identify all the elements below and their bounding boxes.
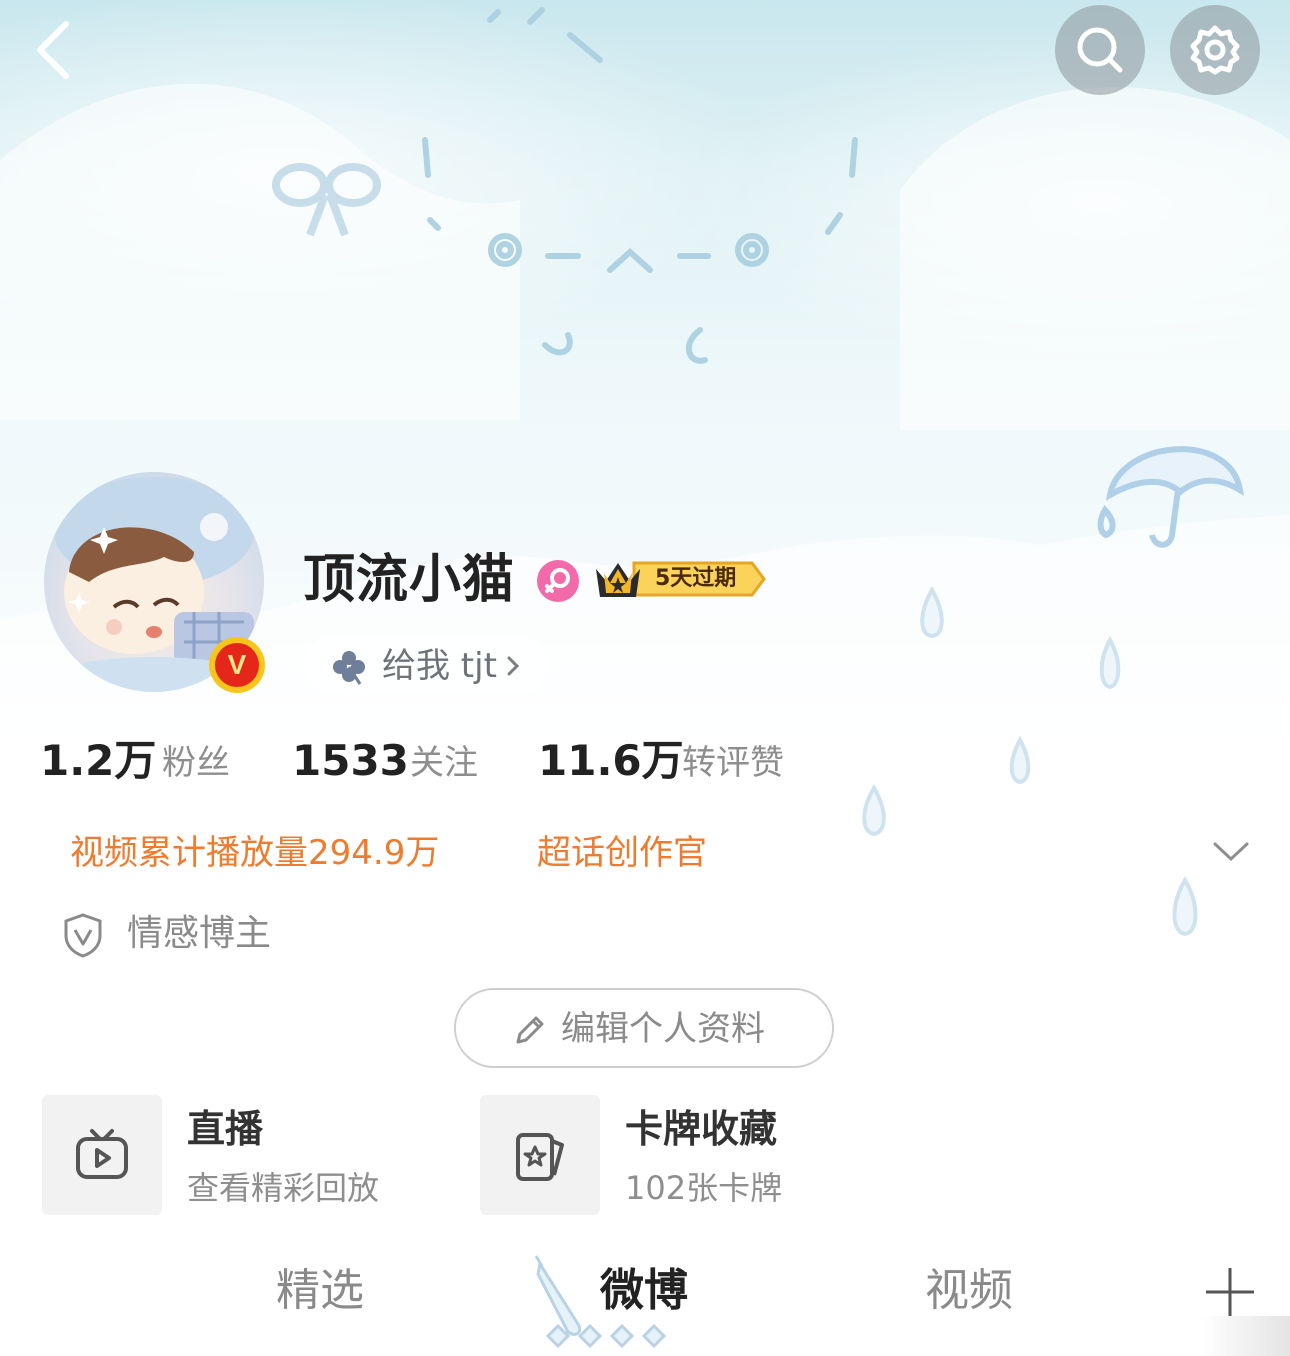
search-button[interactable] [1055, 5, 1145, 95]
followers-count[interactable]: 1.2万 [40, 734, 156, 788]
tab-video[interactable]: 视频 [925, 1262, 1013, 1320]
search-icon [1077, 27, 1123, 73]
following-count[interactable]: 1533 [292, 734, 409, 788]
tab-featured[interactable]: 精选 [276, 1262, 364, 1320]
chevron-left-icon [37, 21, 69, 79]
cards-entry-subtitle[interactable]: 102张卡牌 [625, 1166, 782, 1210]
settings-button[interactable] [1170, 5, 1260, 95]
tab-weibo[interactable]: 微博 [600, 1262, 688, 1320]
verified-badge: V [209, 637, 265, 693]
chevron-right-icon [505, 654, 521, 678]
gear-icon [1190, 25, 1240, 75]
following-label[interactable]: 关注 [410, 740, 478, 786]
scroll-fade [1200, 1316, 1290, 1356]
tab-active-indicator [544, 1322, 668, 1350]
live-entry-icon-box[interactable] [42, 1095, 162, 1215]
clover-icon [330, 648, 368, 686]
female-gender-icon [537, 560, 579, 602]
cards-entry-icon-box[interactable] [480, 1095, 600, 1215]
add-tab-button[interactable] [1204, 1266, 1256, 1318]
pencil-icon [512, 1012, 548, 1048]
live-tv-icon [76, 1129, 128, 1179]
shield-v-icon [62, 912, 104, 958]
username: 顶流小猫 [303, 550, 516, 610]
back-button[interactable] [30, 18, 80, 82]
vip-badge-label: 5天过期 [655, 566, 737, 591]
certification-label: 情感博主 [127, 913, 272, 954]
honor-video-views[interactable]: 视频累计播放量294.9万 [70, 830, 439, 876]
plus-icon [1206, 1268, 1254, 1316]
card-collection-icon [516, 1133, 564, 1181]
honor-supertopic-creator[interactable]: 超话创作官 [537, 830, 707, 876]
followers-label[interactable]: 粉丝 [162, 740, 230, 786]
live-entry-title[interactable]: 直播 [187, 1104, 263, 1154]
verified-v-icon: V [215, 643, 259, 687]
chevron-down-icon[interactable] [1212, 840, 1250, 864]
signature-text: 给我 tjt [382, 646, 497, 686]
interactions-count[interactable]: 11.6万 [538, 734, 684, 788]
cards-entry-title[interactable]: 卡牌收藏 [625, 1104, 777, 1154]
live-entry-subtitle[interactable]: 查看精彩回放 [187, 1166, 379, 1210]
edit-profile-label: 编辑个人资料 [561, 1009, 765, 1049]
interactions-label[interactable]: 转评赞 [682, 740, 784, 786]
